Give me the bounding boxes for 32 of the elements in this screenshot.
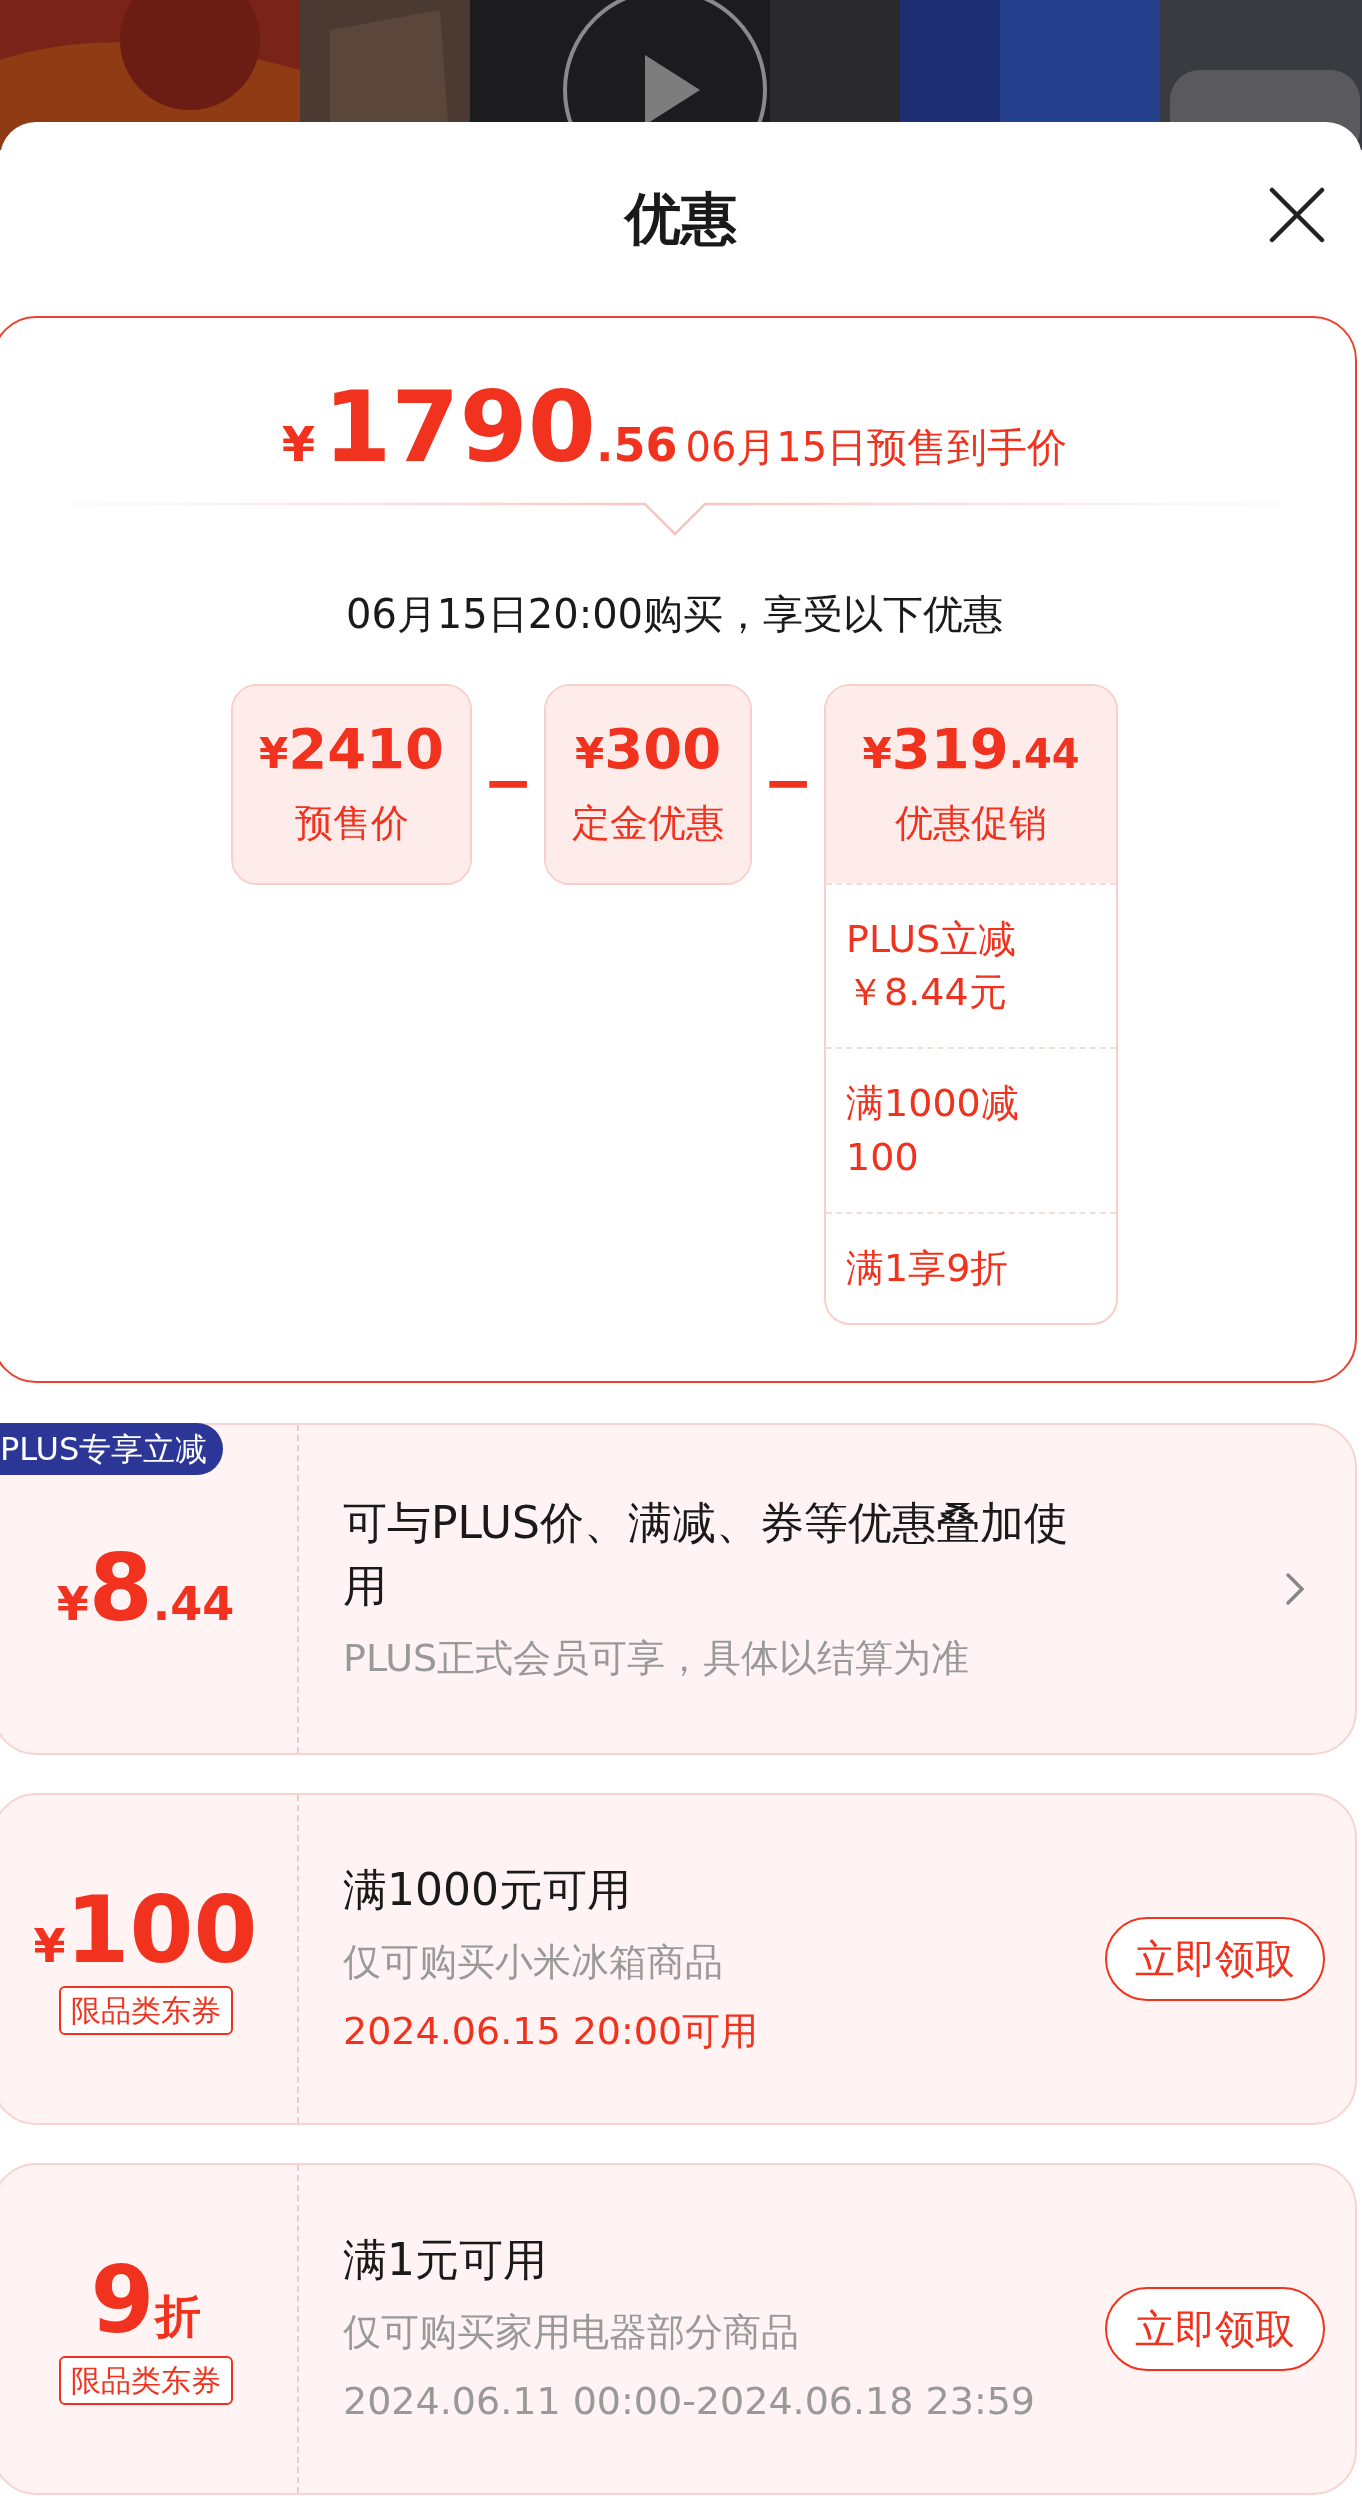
part-amount: ¥300 [574,716,722,782]
coupon-tag: 限品类东券 [58,2355,233,2405]
price-label: 06月15日预售到手价 [685,423,1068,472]
coupon-amount: 9折 [90,2253,201,2350]
promotion-item: 满1享9折 [826,1211,1117,1323]
part-label: 预售价 [294,800,409,848]
coupon-title: 满1元可用 [343,2233,548,2288]
minus-sign: − [481,746,535,819]
promotion-item: 满1000减100 [826,1047,1117,1212]
part-label: 优惠促销 [895,800,1048,848]
coupon-tag: 限品类东券 [58,1985,233,2035]
part-amount: ¥2410 [258,716,445,782]
coupon-date: 2024.06.11 00:00-2024.06.18 23:59 [343,2377,1037,2425]
purchase-note: 06月15日20:00购买，享受以下优惠 [344,590,1005,639]
coupon-date: 2024.06.15 20:00可用 [343,2007,760,2055]
coupon-description: PLUS正式会员可享，具体以结算为准 [343,1635,971,1683]
coupon-description: 仅可购买家用电器部分商品 [343,2308,800,2356]
currency-sign: ¥ [281,415,316,474]
coupon-title: 可与PLUS价、满减、券等优惠叠加使用 [343,1495,1069,1614]
coupon-description: 仅可购买小米冰箱商品 [343,1938,724,1986]
claim-button[interactable]: 立即领取 [1105,1916,1325,2001]
coupon-title: 满1000元可用 [343,1863,632,1918]
coupon-amount: ¥100 [33,1883,258,1980]
part-amount: ¥319.44 [862,716,1080,782]
coupon-amount: ¥8.44 [56,1540,235,1638]
promotion-item: PLUS立减￥8.44元 [826,883,1117,1048]
minus-sign: − [761,746,815,819]
final-price: 1790.56 [323,378,678,480]
part-label: 定金优惠 [572,800,725,848]
claim-button[interactable]: 立即领取 [1105,2286,1325,2371]
plus-badge: PLUS专享立减 [0,1422,224,1475]
sheet-title: 优惠 [625,185,737,253]
